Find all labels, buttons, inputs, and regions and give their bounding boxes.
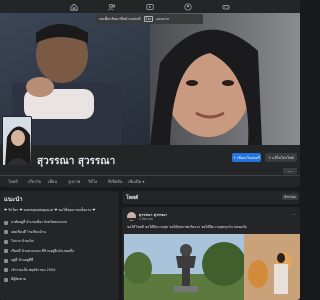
profile-page: สุวรรณา สุวรรณา + เพิ่มลงในสตอรี่ ✎ แก้ไ…	[0, 0, 300, 300]
top-navigation	[0, 0, 300, 13]
add-story-label: เพิ่มลงในสตอรี่	[237, 155, 260, 160]
profile-name: สุวรรณา สุวรรณา	[37, 156, 116, 167]
intro-row-text: อยู่ที่ บ้านอยู่ที่ที่	[11, 258, 34, 263]
cover-photo[interactable]	[0, 13, 300, 145]
school-icon	[4, 230, 8, 235]
location-icon	[4, 258, 8, 263]
intro-row-text: ไปจาก บ้านเกิด	[11, 239, 34, 244]
home-icon[interactable]	[55, 0, 93, 13]
intro-row: มีผู้ติดตาม	[4, 275, 115, 285]
plus-icon: +	[233, 155, 237, 160]
intro-row: เคยเรียนที่ โรงเรียนบ้าน	[4, 228, 115, 238]
add-story-button[interactable]: + เพิ่มลงในสตอรี่	[232, 153, 261, 162]
intro-row-text: มีผู้ติดตาม	[11, 277, 26, 282]
profile-tabs: โพสต์ เกี่ยวกับ เพื่อน รูปภาพ วิดีโอ ที่…	[0, 175, 300, 187]
intro-row: อาศัยอยู่ที่ อำเภอเมือง จังหวัดขอนแก่น	[4, 218, 115, 228]
clock-icon	[4, 268, 8, 273]
home-icon	[4, 220, 8, 225]
post-text: ขอให้โชคดี ขอให้มีความสุข ขอให้สุขภาพแข็…	[127, 225, 247, 229]
pencil-icon: ✎	[268, 155, 272, 160]
post-photos[interactable]	[124, 234, 300, 300]
post-date[interactable]: 3 สิงหาคม	[139, 217, 153, 222]
post-menu-button[interactable]: ···	[292, 212, 296, 217]
intro-row-text: เข้าร่วมเมื่อ พฤศจิกายน 2554	[11, 267, 56, 272]
tab-about[interactable]: เกี่ยวกับ	[28, 178, 48, 185]
intro-row-text: เรียนที่ บ้านสวนนอก ที่บ้านอยู่อีกอำเภอห…	[11, 248, 75, 253]
post-card: สุวรรณา สุวรรณา 3 สิงหาคม ··· ขอให้โชคดี…	[122, 207, 300, 300]
posts-header: โพสต์ ตัวกรอง	[122, 191, 300, 204]
watch-icon[interactable]	[131, 0, 169, 13]
intro-title: แนะนำ	[4, 196, 23, 203]
intro-row: ไปจาก บ้านเกิด	[4, 237, 115, 247]
intro-row: เข้าร่วมเมื่อ พฤศจิกายน 2554	[4, 266, 115, 276]
location-icon	[4, 239, 8, 244]
tooltip-text: กดเพื่อกลับมาที่หน้าจอปกติ	[99, 17, 141, 21]
tab-checkins[interactable]: ที่เช็คอิน	[108, 178, 128, 185]
intro-row: อยู่ที่ บ้านอยู่ที่ที่	[4, 256, 115, 266]
edit-profile-button[interactable]: ✎ แก้ไขโปรไฟล์	[265, 153, 297, 162]
profile-avatar[interactable]	[2, 116, 32, 166]
fullscreen-tooltip: กดเพื่อกลับมาที่หน้าจอปกติ Esc ออกจาก	[96, 14, 203, 24]
post-author-avatar[interactable]	[127, 212, 136, 221]
edit-profile-label: แก้ไขโปรไฟล์	[272, 155, 294, 160]
friends-icon[interactable]	[93, 0, 131, 13]
groups-icon[interactable]	[169, 0, 207, 13]
more-options-button[interactable]: ···	[283, 168, 297, 174]
rss-icon	[4, 277, 8, 282]
intro-row-text: อาศัยอยู่ที่ อำเภอเมือง จังหวัดขอนแก่น	[11, 220, 68, 225]
tab-photos[interactable]: รูปภาพ	[68, 178, 88, 185]
tab-friends[interactable]: เพื่อน	[48, 178, 68, 185]
intro-row-text: เคยเรียนที่ โรงเรียนบ้าน	[11, 229, 46, 234]
filter-button[interactable]: ตัวกรอง	[282, 194, 298, 200]
intro-card: แนะนำ ❤ รักใคร ❤ ขอพรคุณพ่อคุณแม่ ❤ ขอให…	[0, 191, 119, 300]
posts-title: โพสต์	[126, 194, 139, 201]
tab-videos[interactable]: วิดีโอ	[88, 178, 108, 185]
intro-bio: ❤ รักใคร ❤ ขอพรคุณพ่อคุณแม่ ❤ ขอให้สุขภา…	[4, 208, 96, 212]
tooltip-suffix: ออกจาก	[156, 17, 170, 21]
tab-posts[interactable]: โพสต์	[8, 178, 28, 185]
gaming-icon[interactable]	[207, 0, 245, 13]
tooltip-key: Esc	[143, 16, 154, 22]
school-icon	[4, 249, 8, 254]
intro-row: เรียนที่ บ้านสวนนอก ที่บ้านอยู่อีกอำเภอห…	[4, 247, 115, 257]
tab-more[interactable]: เพิ่มเติม ▾	[128, 178, 152, 185]
